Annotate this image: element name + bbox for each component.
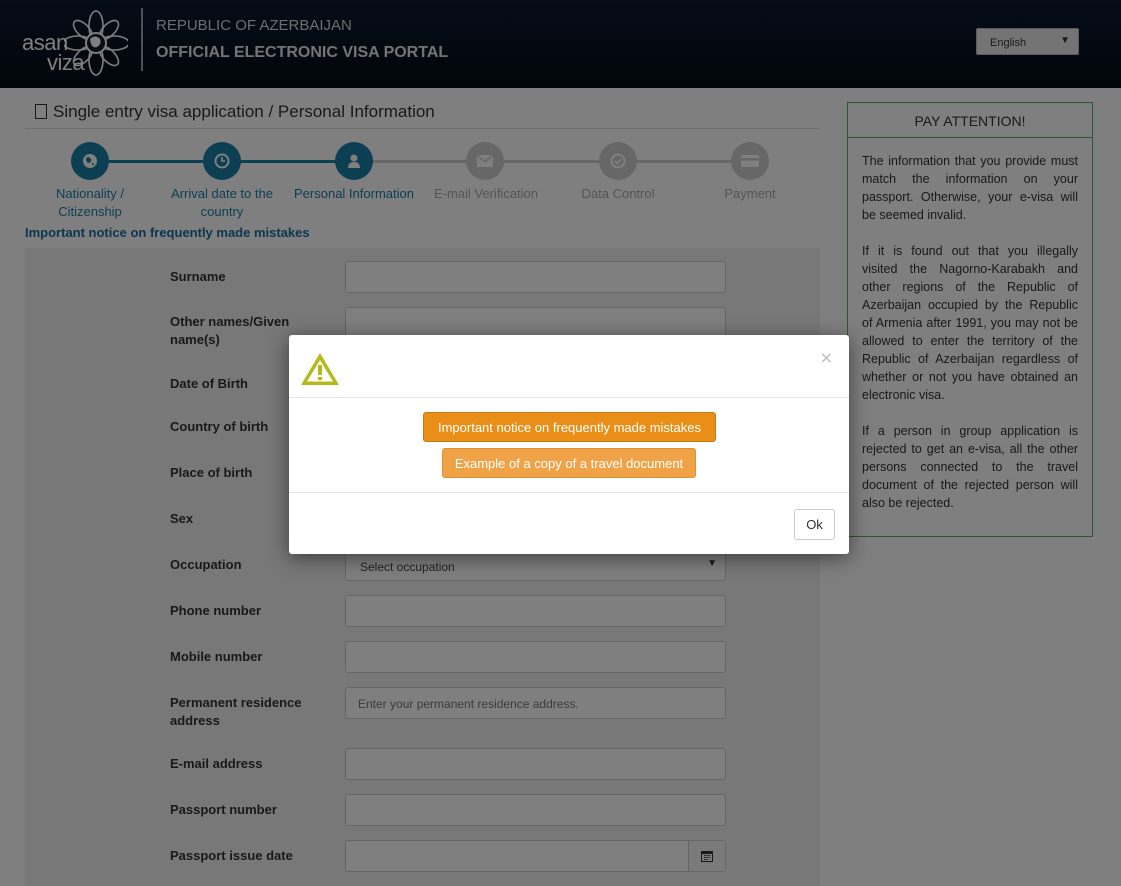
modal-body: Important notice on frequently made mist…	[289, 399, 849, 492]
important-notice-button[interactable]: Important notice on frequently made mist…	[423, 412, 716, 442]
close-icon[interactable]: ×	[820, 348, 833, 367]
travel-document-example-button[interactable]: Example of a copy of a travel document	[442, 448, 696, 478]
warning-icon	[301, 353, 339, 385]
ok-button[interactable]: Ok	[794, 509, 835, 540]
modal-header: ×	[289, 335, 849, 398]
notice-modal: × Important notice on frequently made mi…	[289, 335, 849, 554]
modal-footer: Ok	[289, 492, 849, 554]
